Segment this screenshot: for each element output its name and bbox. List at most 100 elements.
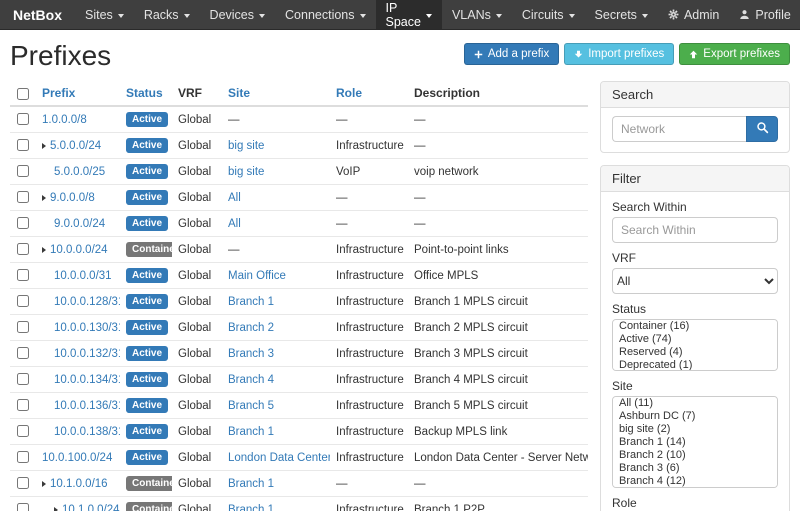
prefix-link[interactable]: 9.0.0.0/8: [50, 192, 95, 204]
row-checkbox[interactable]: [17, 113, 29, 125]
filter-option[interactable]: Branch 1 (14): [613, 436, 777, 449]
vrf-value: Global: [172, 263, 222, 289]
site-link[interactable]: Branch 1: [228, 296, 274, 308]
site-link[interactable]: Branch 2: [228, 322, 274, 334]
column-header-status[interactable]: Status: [120, 81, 172, 106]
filter-option[interactable]: Branch 3 (6): [613, 462, 777, 475]
vrf-select[interactable]: All: [612, 268, 778, 294]
prefix-table: Prefix Status VRF Site Role Description …: [10, 81, 588, 511]
row-checkbox[interactable]: [17, 321, 29, 333]
row-checkbox[interactable]: [17, 191, 29, 203]
column-header-site[interactable]: Site: [222, 81, 330, 106]
row-checkbox[interactable]: [17, 243, 29, 255]
expand-caret-icon: [42, 481, 46, 487]
nav-item-sites[interactable]: Sites: [75, 0, 134, 29]
search-button[interactable]: [746, 116, 778, 142]
site-link[interactable]: big site: [228, 140, 264, 152]
prefix-link[interactable]: 10.0.0.132/31: [54, 348, 120, 360]
prefix-link[interactable]: 5.0.0.0/24: [50, 140, 101, 152]
admin-link[interactable]: Admin: [658, 0, 729, 29]
expand-caret-icon: [42, 247, 46, 253]
profile-link[interactable]: Profile: [729, 0, 800, 29]
status-cell: Container: [120, 237, 172, 263]
row-checkbox[interactable]: [17, 451, 29, 463]
site-link[interactable]: Branch 4: [228, 374, 274, 386]
search-input[interactable]: [612, 116, 746, 142]
site-link[interactable]: Branch 1: [228, 504, 274, 511]
site-link[interactable]: London Data Center: [228, 452, 330, 464]
prefix-link[interactable]: 10.0.0.0/31: [54, 270, 112, 282]
column-header-role[interactable]: Role: [330, 81, 408, 106]
site-link[interactable]: Branch 3: [228, 348, 274, 360]
site-link[interactable]: big site: [228, 166, 264, 178]
row-checkbox[interactable]: [17, 165, 29, 177]
export-icon: [689, 50, 698, 59]
vrf-value: Global: [172, 211, 222, 237]
prefix-link[interactable]: 10.0.0.138/31: [54, 426, 120, 438]
select-all-checkbox[interactable]: [17, 88, 29, 100]
prefix-link[interactable]: 10.1.0.0/24: [62, 504, 120, 511]
filter-option[interactable]: Reserved (4): [613, 346, 777, 359]
filter-option[interactable]: Branch 2 (10): [613, 449, 777, 462]
filter-option[interactable]: Deprecated (1): [613, 359, 777, 371]
nav-item-secrets[interactable]: Secrets: [585, 0, 658, 29]
role-value: Infrastructure: [330, 263, 408, 289]
site-link[interactable]: Main Office: [228, 270, 286, 282]
site-listbox[interactable]: All (11)Ashburn DC (7)big site (2)Branch…: [612, 396, 778, 488]
prefix-link[interactable]: 9.0.0.0/24: [54, 218, 105, 230]
prefix-link[interactable]: 1.0.0.0/8: [42, 114, 87, 126]
import-prefixes-button[interactable]: Import prefixes: [564, 43, 674, 65]
prefix-link[interactable]: 10.0.100.0/24: [42, 452, 112, 464]
row-checkbox[interactable]: [17, 139, 29, 151]
add-prefix-button[interactable]: Add a prefix: [464, 43, 559, 65]
toolbar: Add a prefix Import prefixes Export pref…: [464, 43, 790, 65]
row-checkbox[interactable]: [17, 295, 29, 307]
status-listbox[interactable]: Container (16)Active (74)Reserved (4)Dep…: [612, 319, 778, 371]
row-checkbox[interactable]: [17, 503, 29, 511]
row-checkbox-cell: [10, 341, 36, 367]
row-checkbox[interactable]: [17, 373, 29, 385]
row-checkbox[interactable]: [17, 399, 29, 411]
prefix-link[interactable]: 5.0.0.0/25: [54, 166, 105, 178]
filter-option[interactable]: Branch 4 (12): [613, 475, 777, 488]
search-within-input[interactable]: [612, 217, 778, 243]
site-cell: Branch 4: [222, 367, 330, 393]
prefix-link[interactable]: 10.0.0.0/24: [50, 244, 108, 256]
prefix-link[interactable]: 10.0.0.136/31: [54, 400, 120, 412]
column-header-prefix[interactable]: Prefix: [36, 81, 120, 106]
nav-item-connections[interactable]: Connections: [275, 0, 376, 29]
site-link[interactable]: Branch 5: [228, 400, 274, 412]
nav-item-ip-space[interactable]: IP Space: [376, 0, 442, 29]
filter-option[interactable]: All (11): [613, 397, 777, 410]
nav-item-circuits[interactable]: Circuits: [512, 0, 585, 29]
column-header-description: Description: [408, 81, 588, 106]
export-prefixes-button[interactable]: Export prefixes: [679, 43, 790, 65]
row-checkbox[interactable]: [17, 347, 29, 359]
row-checkbox[interactable]: [17, 425, 29, 437]
nav-item-devices[interactable]: Devices: [200, 0, 275, 29]
filter-option[interactable]: big site (2): [613, 423, 777, 436]
site-link[interactable]: Branch 1: [228, 478, 274, 490]
chevron-down-icon: [569, 14, 575, 18]
filter-option[interactable]: Container (16): [613, 320, 777, 333]
vrf-value: Global: [172, 315, 222, 341]
nav-item-racks[interactable]: Racks: [134, 0, 200, 29]
description-value: —: [408, 211, 588, 237]
app-logo[interactable]: NetBox: [0, 0, 75, 29]
row-checkbox[interactable]: [17, 477, 29, 489]
prefix-link[interactable]: 10.0.0.128/31: [54, 296, 120, 308]
prefix-link[interactable]: 10.0.0.134/31: [54, 374, 120, 386]
site-link[interactable]: All: [228, 192, 241, 204]
description-value: Branch 3 MPLS circuit: [408, 341, 588, 367]
prefix-link[interactable]: 10.0.0.130/31: [54, 322, 120, 334]
filter-option[interactable]: Active (74): [613, 333, 777, 346]
row-checkbox[interactable]: [17, 217, 29, 229]
prefix-link[interactable]: 10.1.0.0/16: [50, 478, 108, 490]
nav-item-vlans[interactable]: VLANs: [442, 0, 512, 29]
row-checkbox[interactable]: [17, 269, 29, 281]
site-link[interactable]: Branch 1: [228, 426, 274, 438]
table-row: 9.0.0.0/8ActiveGlobalAll——: [10, 185, 588, 211]
site-link[interactable]: All: [228, 218, 241, 230]
filter-option[interactable]: Ashburn DC (7): [613, 410, 777, 423]
site-cell: Branch 1: [222, 497, 330, 511]
